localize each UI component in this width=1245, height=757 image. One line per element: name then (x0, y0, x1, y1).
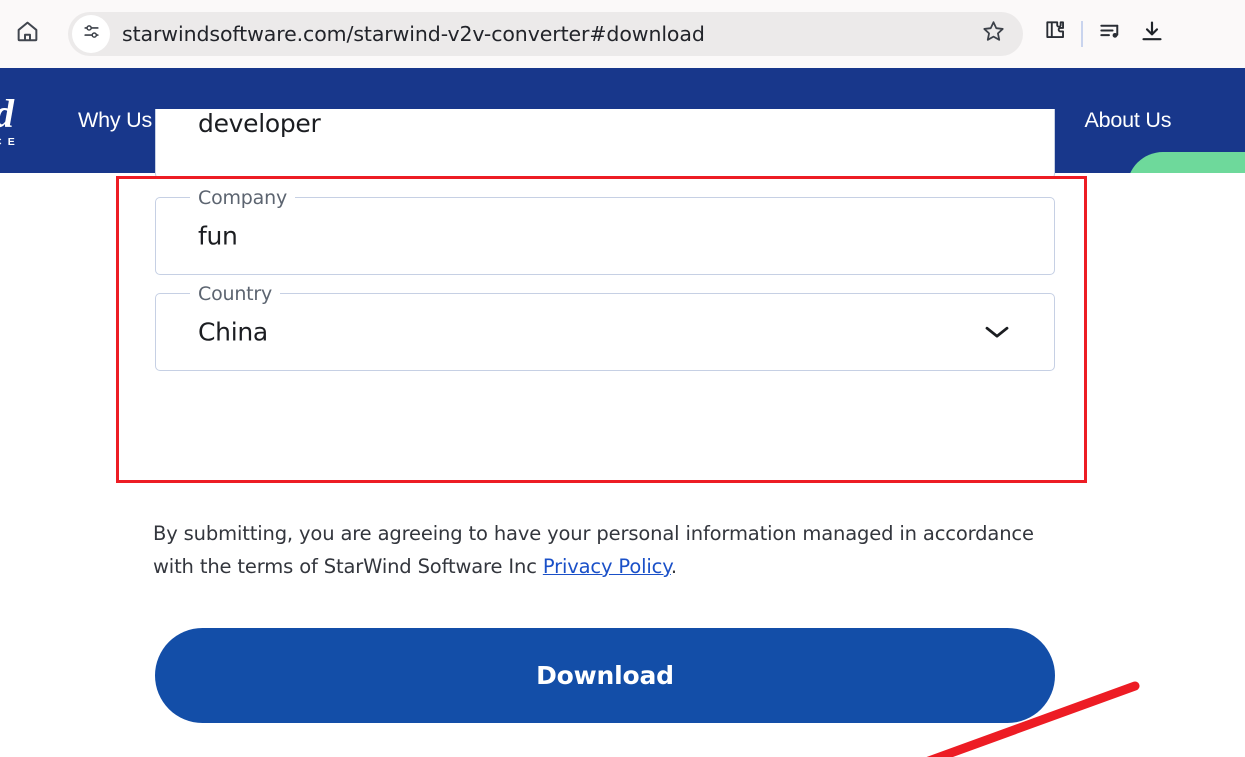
starwind-logo[interactable]: d C E (0, 94, 36, 152)
site-settings-sliders-icon (82, 22, 101, 46)
page-content: developer Company fun Country China By s… (0, 109, 1245, 757)
country-value: China (198, 317, 268, 347)
country-label: Country (190, 283, 281, 305)
download-submit-label: Download (536, 661, 674, 690)
company-label: Company (190, 187, 295, 209)
downloads-button[interactable] (1131, 11, 1173, 57)
site-settings-button[interactable] (72, 15, 110, 53)
company-value: fun (198, 221, 238, 251)
toolbar-divider (1081, 21, 1083, 47)
address-bar[interactable]: starwindsoftware.com/starwind-v2v-conver… (68, 12, 1023, 56)
logo-mark: d (0, 94, 36, 134)
url-text[interactable]: starwindsoftware.com/starwind-v2v-conver… (122, 22, 705, 46)
downloads-tray-icon (1139, 19, 1165, 50)
privacy-policy-link[interactable]: Privacy Policy (543, 555, 671, 578)
company-field[interactable]: Company fun (155, 187, 1055, 275)
country-select[interactable]: Country China (155, 283, 1055, 371)
media-control-button[interactable] (1089, 11, 1131, 57)
star-bookmark-icon (981, 19, 1006, 49)
job-title-field[interactable]: developer (155, 109, 1055, 179)
chevron-down-icon[interactable] (984, 324, 1010, 340)
home-button[interactable] (4, 11, 50, 57)
disclaimer-text-end: . (670, 555, 677, 578)
submission-disclaimer: By submitting, you are agreeing to have … (153, 517, 1048, 583)
logo-tagline: C E (0, 136, 17, 148)
bookmark-button[interactable] (971, 15, 1015, 53)
media-playlist-icon (1098, 19, 1123, 49)
browser-toolbar: starwindsoftware.com/starwind-v2v-conver… (0, 0, 1245, 68)
extensions-button[interactable] (1033, 11, 1075, 57)
nav-item-about-us[interactable]: About Us (1062, 108, 1193, 133)
browser-window: starwindsoftware.com/starwind-v2v-conver… (0, 0, 1245, 757)
download-submit-button[interactable]: Download (155, 628, 1055, 723)
home-icon (15, 19, 40, 49)
job-title-value: developer (198, 109, 321, 138)
puzzle-extensions-icon (1042, 19, 1067, 49)
download-form: developer Company fun Country China (155, 109, 1055, 389)
